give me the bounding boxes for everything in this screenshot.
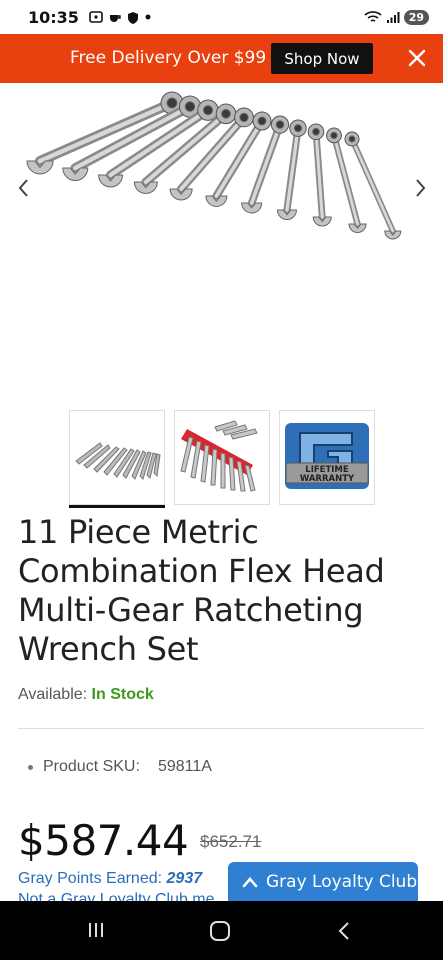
cup-icon [109, 15, 121, 22]
price: $587.44 [18, 816, 189, 865]
wrench-shape [344, 131, 402, 240]
old-price: $652.71 [200, 832, 262, 851]
wrench-set-thumb[interactable] [69, 410, 165, 508]
battery-icon: 29 [403, 9, 429, 25]
product-main-image[interactable] [0, 83, 443, 383]
promo-text: Free Delivery Over $99 [70, 48, 267, 68]
wrench-shape [276, 119, 307, 220]
divider [18, 728, 424, 729]
status-time: 10:35 [28, 7, 79, 27]
availability-label: Available: [18, 686, 88, 703]
shop-now-button[interactable]: Shop Now [271, 43, 373, 74]
loyalty-note[interactable]: Not a Gray Loyalty Club me [18, 891, 215, 901]
sku-label: Product SKU: [43, 758, 140, 775]
back-icon[interactable] [336, 920, 352, 942]
svg-text:WARRANTY: WARRANTY [300, 474, 355, 484]
loyalty-label: Gray Loyalty Club [266, 872, 418, 892]
sku-value: 59811A [157, 758, 212, 775]
product-title: 11 Piece Metric Combination Flex Head Mu… [18, 513, 385, 668]
status-icons-left [89, 11, 152, 24]
dot-icon [145, 14, 151, 20]
status-icons-right: 29 [364, 9, 429, 25]
carousel-next-icon[interactable] [412, 176, 428, 200]
promo-bar: Free Delivery Over $99 Shop Now [0, 34, 443, 83]
carousel-prev-icon[interactable] [16, 176, 32, 200]
system-nav-bar [0, 901, 443, 960]
stock-status: In Stock [91, 686, 154, 703]
points-label: Gray Points Earned: [18, 870, 163, 887]
points-earned: Gray Points Earned: 2937 [18, 870, 202, 888]
wrench-shape [241, 115, 290, 214]
gray-loyalty-club-button[interactable]: Gray Loyalty Club [228, 862, 418, 902]
wrench-rack-thumb[interactable] [174, 410, 270, 505]
wrench-shape [26, 91, 184, 175]
close-icon[interactable] [405, 46, 429, 70]
availability: Available: In Stock [18, 686, 154, 704]
thumbnail-strip: LIFETIME WARRANTY [69, 410, 375, 508]
lifetime-warranty-thumb[interactable]: LIFETIME WARRANTY [279, 410, 375, 505]
wifi-icon [364, 11, 382, 22]
status-bar: 10:35 29 [0, 0, 443, 34]
chevron-up-icon [242, 877, 258, 888]
shield-icon [127, 11, 138, 24]
signal-icon [386, 11, 400, 23]
screen-icon [89, 11, 103, 23]
product-sku: Product SKU: 59811A [28, 758, 212, 776]
recent-apps-icon[interactable] [86, 920, 106, 940]
points-value: 2937 [166, 870, 203, 887]
bullet-icon [28, 764, 33, 770]
home-icon[interactable] [209, 920, 231, 942]
